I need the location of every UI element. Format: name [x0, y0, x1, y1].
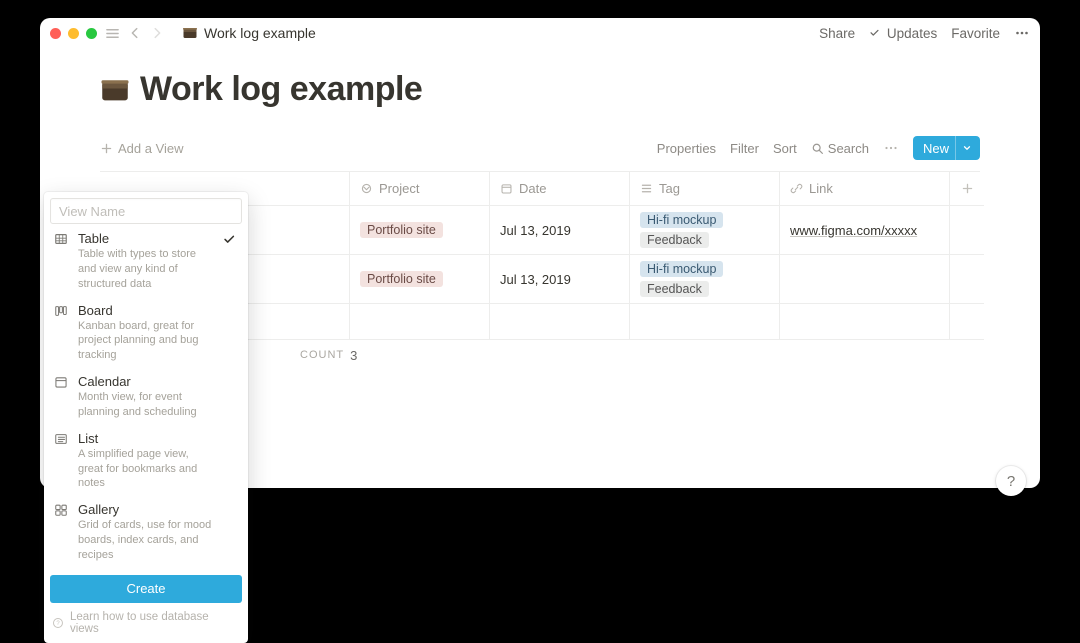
sort-button[interactable]: Sort: [773, 141, 797, 156]
cell-empty: [950, 206, 984, 255]
plus-icon: [961, 182, 974, 195]
link-icon: [790, 182, 803, 195]
learn-link[interactable]: ? Learn how to use database views: [50, 611, 242, 635]
titlebar: Work log example Share Updates Favorite: [40, 18, 1040, 48]
page-title: Work log example: [100, 70, 980, 109]
view-option-desc: A simplified page view, great for bookma…: [78, 447, 214, 492]
view-option-list[interactable]: ListA simplified page view, great for bo…: [50, 424, 242, 496]
count-label: COUNT: [300, 349, 344, 361]
help-label: ?: [1007, 473, 1015, 490]
calendar-icon: [500, 182, 513, 195]
add-view-button[interactable]: Add a View: [100, 141, 184, 156]
new-label: New: [923, 141, 949, 156]
share-button[interactable]: Share: [819, 26, 855, 41]
add-view-label: Add a View: [118, 141, 184, 156]
updates-button[interactable]: Updates: [869, 26, 937, 41]
page-emoji-icon: [182, 25, 198, 41]
page-title-text: Work log example: [140, 70, 422, 109]
cell-tag[interactable]: Hi-fi mockup Feedback: [630, 255, 780, 304]
cell-project[interactable]: Portfolio site: [350, 255, 490, 304]
table-icon: [54, 232, 70, 292]
close-icon[interactable]: [50, 28, 61, 39]
check-icon: [222, 375, 238, 420]
view-name-input[interactable]: [50, 198, 242, 224]
more-icon[interactable]: [1014, 25, 1030, 41]
chevron-down-icon: [962, 143, 972, 153]
list-icon: [54, 432, 70, 492]
view-option-desc: Month view, for event planning and sched…: [78, 390, 214, 420]
properties-button[interactable]: Properties: [657, 141, 716, 156]
calendar-icon: [54, 375, 70, 420]
cell-link[interactable]: [780, 255, 950, 304]
view-toolbar: Add a View Properties Filter Sort Search…: [100, 133, 980, 163]
view-option-title: Table: [78, 231, 214, 246]
column-link[interactable]: Link: [780, 172, 950, 206]
column-project[interactable]: Project: [350, 172, 490, 206]
cell-empty: [950, 255, 984, 304]
multiselect-icon: [640, 182, 653, 195]
view-option-desc: Grid of cards, use for mood boards, inde…: [78, 518, 214, 563]
view-option-title: Gallery: [78, 502, 214, 517]
create-button[interactable]: Create: [50, 575, 242, 603]
window-controls: [50, 28, 97, 39]
view-option-calendar[interactable]: CalendarMonth view, for event planning a…: [50, 367, 242, 424]
cell-date[interactable]: Jul 13, 2019: [490, 206, 630, 255]
view-option-desc: Table with types to store and view any k…: [78, 247, 214, 292]
maximize-icon[interactable]: [86, 28, 97, 39]
view-option-title: Board: [78, 303, 214, 318]
check-icon: [222, 304, 238, 364]
search-icon: [811, 142, 824, 155]
favorite-button[interactable]: Favorite: [951, 26, 1000, 41]
check-icon: [222, 432, 238, 492]
back-icon[interactable]: [128, 26, 142, 40]
view-option-board[interactable]: BoardKanban board, great for project pla…: [50, 296, 242, 368]
cell-project[interactable]: Portfolio site: [350, 206, 490, 255]
page-emoji-icon: [100, 75, 130, 105]
search-button[interactable]: Search: [811, 141, 869, 156]
select-icon: [360, 182, 373, 195]
svg-text:?: ?: [56, 621, 60, 627]
column-tag[interactable]: Tag: [630, 172, 780, 206]
breadcrumb[interactable]: Work log example: [182, 25, 316, 41]
view-option-desc: Kanban board, great for project planning…: [78, 319, 214, 364]
breadcrumb-label: Work log example: [204, 25, 316, 41]
view-option-title: Calendar: [78, 374, 214, 389]
plus-icon: [100, 142, 113, 155]
learn-label: Learn how to use database views: [70, 611, 240, 635]
view-option-title: List: [78, 431, 214, 446]
cell-tag[interactable]: Hi-fi mockup Feedback: [630, 206, 780, 255]
check-icon: [222, 232, 238, 292]
updates-label: Updates: [887, 26, 937, 41]
hamburger-icon[interactable]: [105, 26, 120, 41]
search-label: Search: [828, 141, 869, 156]
toolbar-more-icon[interactable]: [883, 140, 899, 156]
new-button[interactable]: New: [913, 136, 980, 160]
cell-link[interactable]: www.figma.com/xxxxx: [780, 206, 950, 255]
add-view-popover: TableTable with types to store and view …: [44, 192, 248, 643]
filter-button[interactable]: Filter: [730, 141, 759, 156]
count-value: 3: [350, 348, 357, 363]
check-icon: [222, 503, 238, 563]
help-icon: ?: [52, 617, 64, 629]
help-bubble[interactable]: ?: [996, 466, 1026, 496]
minimize-icon[interactable]: [68, 28, 79, 39]
check-icon: [869, 27, 880, 38]
view-option-gallery[interactable]: GalleryGrid of cards, use for mood board…: [50, 495, 242, 567]
add-column-button[interactable]: [950, 172, 984, 206]
view-option-table[interactable]: TableTable with types to store and view …: [50, 224, 242, 296]
column-date[interactable]: Date: [490, 172, 630, 206]
gallery-icon: [54, 503, 70, 563]
cell-date[interactable]: Jul 13, 2019: [490, 255, 630, 304]
board-icon: [54, 304, 70, 364]
forward-icon[interactable]: [150, 26, 164, 40]
